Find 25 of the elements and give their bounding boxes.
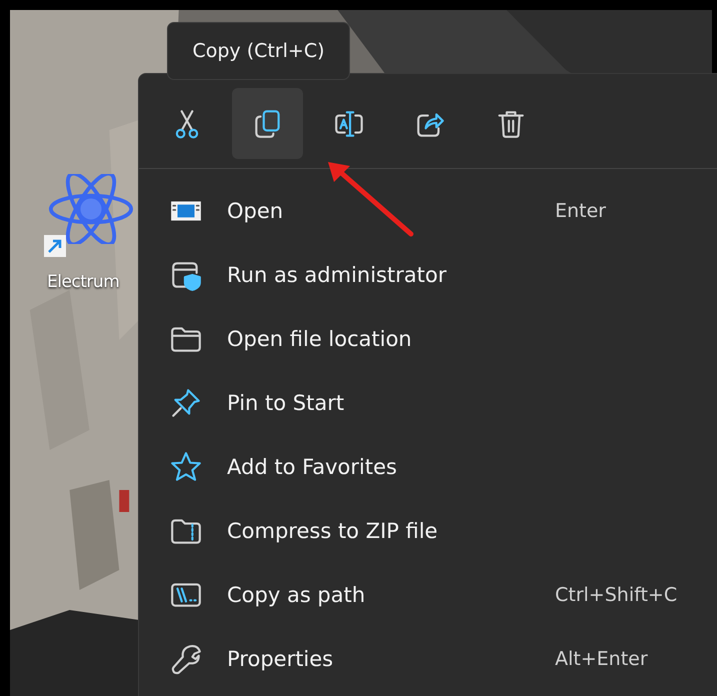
keyboard-shortcut: Ctrl+Shift+C <box>555 584 678 606</box>
pin-icon <box>169 386 203 420</box>
menu-item-label: Copy as path <box>227 583 366 607</box>
keyboard-shortcut: Alt+Enter <box>555 648 648 670</box>
menu-item-label: Pin to Start <box>227 391 344 415</box>
star-icon <box>169 450 203 484</box>
menu-item[interactable]: Add to Favorites <box>139 435 717 499</box>
tooltip: Copy (Ctrl+C) <box>167 22 350 80</box>
menu-item[interactable]: Open file location <box>139 307 717 371</box>
menu-item-label: Properties <box>227 647 334 671</box>
menu-item-label: Open <box>227 199 284 223</box>
atom-icon[interactable] <box>48 174 134 244</box>
menu-item[interactable]: Open Enter <box>139 179 717 243</box>
menu-item[interactable]: Copy as path Ctrl+Shift+C <box>139 563 717 627</box>
wrench-icon <box>169 642 203 676</box>
menu-item-label: Compress to ZIP file <box>227 519 438 543</box>
menu-item-label: Open file location <box>227 327 412 351</box>
menu-item[interactable]: Pin to Start <box>139 371 717 435</box>
menu-item-label: Add to Favorites <box>227 455 397 479</box>
menu-item[interactable]: Run as administrator <box>139 243 717 307</box>
menu-item-label: Run as administrator <box>227 263 446 287</box>
menu-item[interactable]: Properties Alt+Enter <box>139 627 717 691</box>
copy-button[interactable] <box>232 88 303 159</box>
menu-item[interactable]: Compress to ZIP file <box>139 499 717 563</box>
keyboard-shortcut: Enter <box>555 200 606 222</box>
